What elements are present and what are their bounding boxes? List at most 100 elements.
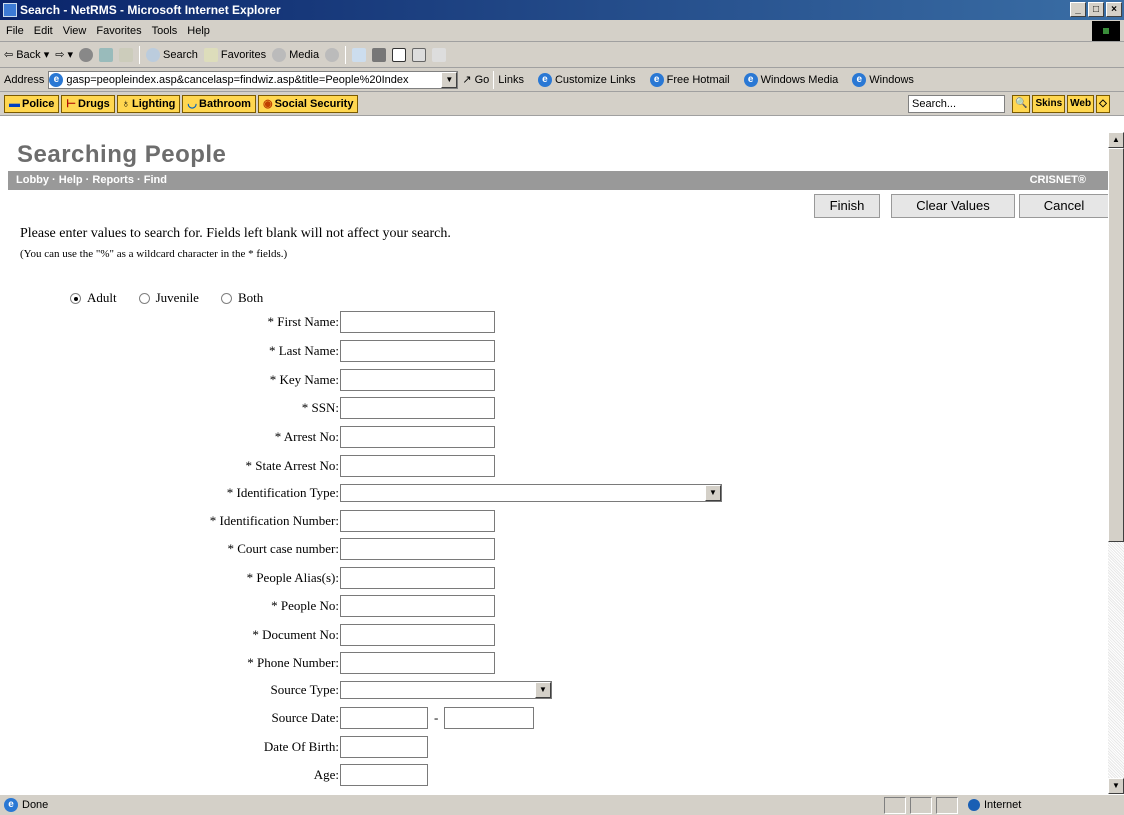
police-label: Police <box>22 97 55 110</box>
stop-icon[interactable] <box>79 47 94 62</box>
alias-label: * People Alias(s): <box>246 570 339 585</box>
internet-zone-icon <box>968 799 980 811</box>
link-windows-media[interactable]: e Windows Media <box>743 72 838 87</box>
highlight-icon[interactable]: ◇ <box>1096 95 1110 113</box>
ssn-input[interactable] <box>340 397 495 419</box>
menu-favorites[interactable]: Favorites <box>96 25 141 37</box>
identification-type-label: * Identification Type: <box>226 485 339 500</box>
clear-values-button[interactable]: Clear Values <box>891 194 1015 218</box>
finish-button[interactable]: Finish <box>814 194 880 218</box>
home-icon[interactable] <box>119 47 134 62</box>
status-panel <box>884 797 906 814</box>
form-row-identification-number: * Identification Number: <box>0 510 760 532</box>
scroll-thumb[interactable] <box>1108 148 1124 542</box>
identification-number-label: * Identification Number: <box>209 513 339 528</box>
form-row-last-name: * Last Name: <box>0 340 760 362</box>
address-input[interactable]: e gasp=peopleindex.asp&cancelasp=findwiz… <box>48 70 459 89</box>
source-date-to-input[interactable] <box>444 707 535 729</box>
link-customize[interactable]: e Customize Links <box>537 72 636 87</box>
link-label: Free Hotmail <box>666 73 730 86</box>
identification-type-select[interactable]: ▼ <box>340 484 722 502</box>
social-security-button[interactable]: ◉ Social Security <box>257 94 359 113</box>
search-button[interactable]: Search <box>146 47 198 62</box>
radio-adult-label: Adult <box>87 290 117 305</box>
people-no-label: * People No: <box>271 598 339 613</box>
ie-link-icon: e <box>743 72 758 87</box>
page-nav-links[interactable]: Lobby · Help · Reports · Find <box>16 174 167 186</box>
menu-tools[interactable]: Tools <box>152 25 178 37</box>
source-type-select[interactable]: ▼ <box>340 681 552 699</box>
discuss-icon[interactable] <box>412 47 427 62</box>
forward-button[interactable]: ⇨ ▾ <box>55 48 73 61</box>
scroll-up-icon[interactable]: ▲ <box>1108 132 1124 148</box>
link-label: Windows <box>869 73 914 86</box>
chevron-down-icon[interactable]: ▼ <box>535 682 551 698</box>
court-case-input[interactable] <box>340 538 495 560</box>
people-no-input[interactable] <box>340 595 495 617</box>
age-input[interactable] <box>340 764 428 786</box>
back-dropdown-icon[interactable]: ▾ <box>44 48 50 61</box>
menu-edit[interactable]: Edit <box>34 25 53 37</box>
state-arrest-no-input[interactable] <box>340 455 495 477</box>
source-date-from-input[interactable] <box>340 707 428 729</box>
chevron-down-icon[interactable]: ▼ <box>705 485 721 501</box>
alias-input[interactable] <box>340 567 495 589</box>
document-no-input[interactable] <box>340 624 495 646</box>
key-name-input[interactable] <box>340 369 495 391</box>
status-panel <box>936 797 958 814</box>
maximize-button[interactable]: □ <box>1088 2 1104 17</box>
search-go-icon[interactable]: 🔍 <box>1012 95 1031 113</box>
radio-juvenile[interactable]: Juvenile <box>138 290 199 306</box>
menu-file[interactable]: File <box>6 25 24 37</box>
lighting-button[interactable]: ♁ Lighting <box>116 94 181 113</box>
back-button[interactable]: ⇦ Back ▾ <box>4 48 50 62</box>
skins-button[interactable]: Skins <box>1032 95 1066 113</box>
address-dropdown-icon[interactable]: ▼ <box>441 71 458 88</box>
arrest-no-input[interactable] <box>340 426 495 448</box>
last-name-input[interactable] <box>340 340 495 362</box>
bathroom-button[interactable]: ◡ Bathroom <box>182 94 256 113</box>
radio-both-button[interactable] <box>220 292 232 304</box>
form-row-age: Age: <box>0 764 760 786</box>
phone-input[interactable] <box>340 652 495 674</box>
first-name-input[interactable] <box>340 311 495 333</box>
favorites-button[interactable]: Favorites <box>203 47 266 62</box>
toolbar-search-input[interactable]: Search... <box>908 95 1005 113</box>
radio-juvenile-button[interactable] <box>138 292 150 304</box>
radio-adult[interactable]: Adult <box>70 290 117 306</box>
vertical-scrollbar[interactable]: ▲ ▼ <box>1108 132 1124 794</box>
go-button[interactable]: ↗ Go <box>462 73 489 87</box>
identification-number-input[interactable] <box>340 510 495 532</box>
key-name-label: * Key Name: <box>269 372 339 387</box>
refresh-icon[interactable] <box>99 47 114 62</box>
radio-adult-button[interactable] <box>70 292 81 304</box>
media-button[interactable]: Media <box>272 47 319 62</box>
last-name-label: * Last Name: <box>268 343 339 358</box>
dob-input[interactable] <box>340 736 428 758</box>
messenger-icon[interactable] <box>432 47 447 62</box>
link-windows[interactable]: e Windows <box>852 72 914 87</box>
phone-label: * Phone Number: <box>247 655 339 670</box>
scroll-down-icon[interactable]: ▼ <box>1108 778 1124 794</box>
radio-both-label: Both <box>237 290 264 305</box>
standard-toolbar: ⇦ Back ▾ ⇨ ▾ Search Favorites Media <box>0 42 1124 68</box>
first-name-label: * First Name: <box>267 314 340 329</box>
police-button[interactable]: ▬ Police <box>4 94 60 113</box>
link-hotmail[interactable]: e Free Hotmail <box>649 72 730 87</box>
search-icon <box>146 47 161 62</box>
age-label: Age: <box>313 767 339 782</box>
history-icon[interactable] <box>325 47 340 62</box>
print-icon[interactable] <box>372 47 387 62</box>
minimize-button[interactable]: _ <box>1070 2 1086 17</box>
police-car-icon: ▬ <box>9 97 20 110</box>
web-button[interactable]: Web <box>1067 95 1095 113</box>
menu-help[interactable]: Help <box>187 25 210 37</box>
edit-word-icon[interactable] <box>392 47 407 62</box>
mail-icon[interactable] <box>352 47 367 62</box>
menu-view[interactable]: View <box>63 25 87 37</box>
drugs-button[interactable]: ⊢ Drugs <box>61 94 115 113</box>
close-button[interactable]: × <box>1106 2 1122 17</box>
radio-both[interactable]: Both <box>220 290 264 306</box>
search-label: Search <box>163 48 198 61</box>
cancel-button[interactable]: Cancel <box>1019 194 1109 218</box>
